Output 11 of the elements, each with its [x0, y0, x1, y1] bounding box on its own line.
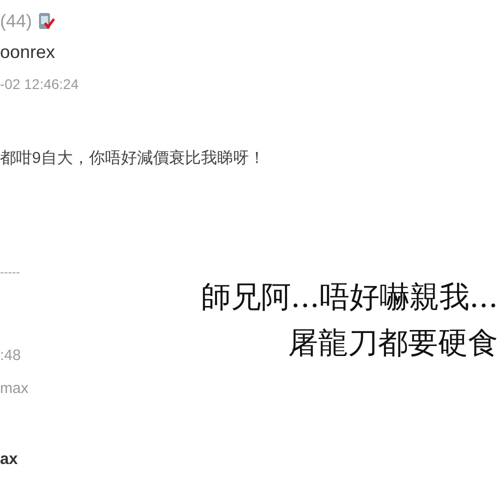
username[interactable]: ax [0, 448, 150, 472]
phone-check-icon [36, 11, 56, 31]
post-timestamp: -02 12:46:24 [0, 75, 80, 94]
caption-text: 屠龍刀都要硬食 [288, 325, 498, 363]
user-rank: (44) [0, 10, 32, 33]
username[interactable]: oonrex [0, 40, 500, 64]
quote-time: :48 [0, 346, 22, 366]
post-body: 都咁9自大，你唔好減價衰比我睇呀！ [0, 148, 266, 169]
quote-author: max [0, 378, 30, 398]
quote-separator: ----- [0, 265, 21, 279]
caption-text: 師兄阿...唔好嚇親我... [200, 279, 498, 317]
